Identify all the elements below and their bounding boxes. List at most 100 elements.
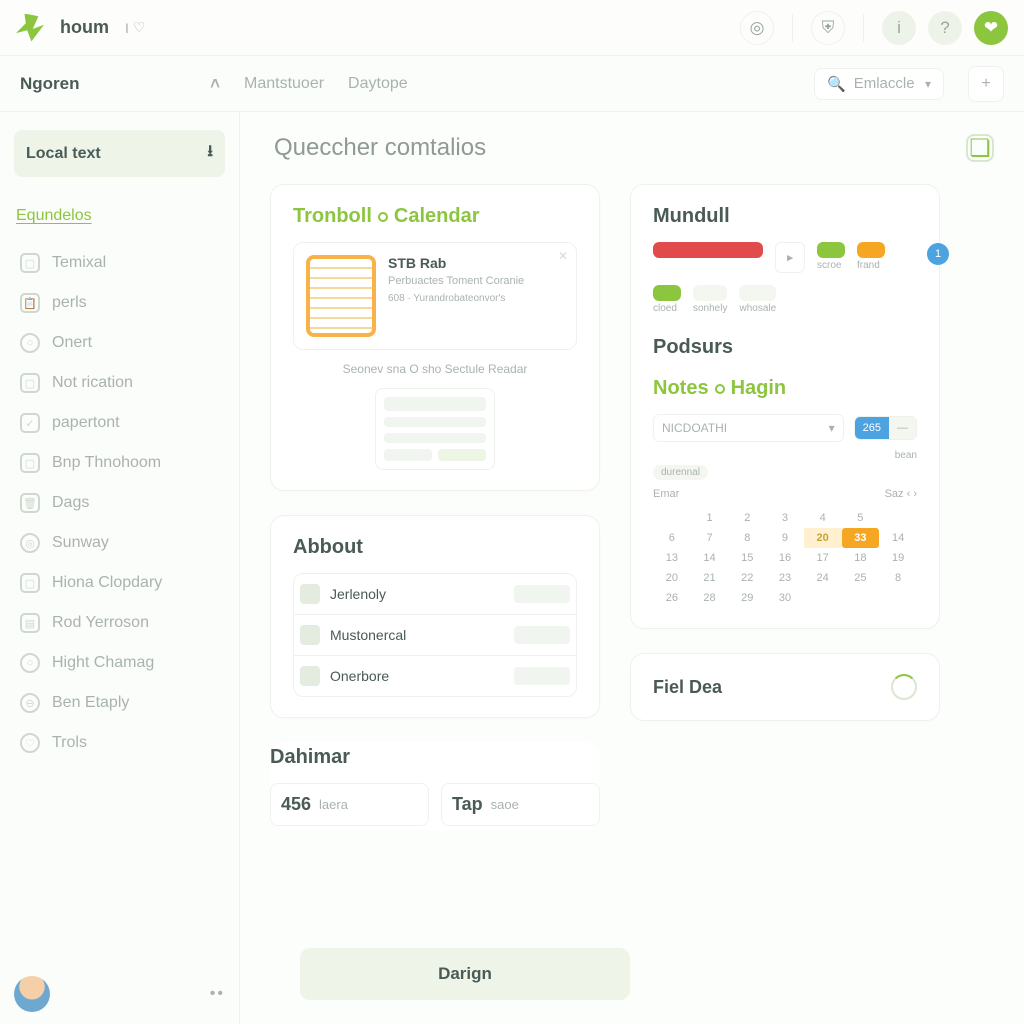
tab-mantstuoer[interactable]: Mantstuoer (244, 75, 324, 93)
avatar[interactable] (14, 976, 50, 1012)
page-title-glyph-icon[interactable]: ❏ (966, 134, 994, 162)
sidebar-item-hight-chamag[interactable]: ○Hight Chamag (14, 643, 225, 683)
darign-button[interactable]: Darign (300, 948, 630, 1000)
help-icon[interactable]: ? (928, 11, 962, 45)
list-item[interactable]: Jerlenoly (294, 574, 576, 615)
close-icon[interactable]: ✕ (558, 249, 568, 263)
target-icon[interactable]: ◎ (740, 11, 774, 45)
heart-icon: ♡ (20, 733, 40, 753)
shield-icon[interactable]: ⛨ (811, 11, 845, 45)
calendar-cell[interactable]: 3 (766, 508, 804, 528)
calendar-cell[interactable]: 5 (842, 508, 880, 528)
chevron-up-icon: ˄ (210, 74, 220, 94)
calendar-cell[interactable]: 28 (691, 588, 729, 608)
calendar-cell[interactable]: 14 (879, 528, 917, 548)
calendar-cell[interactable]: 20 (653, 568, 691, 588)
toggle-option-a[interactable]: 265 (855, 417, 889, 439)
calendar-grid[interactable]: 1234567892033141314151617181920212223242… (653, 502, 917, 608)
calendar-cell[interactable]: 8 (879, 568, 917, 588)
calendar-cell[interactable]: 23 (766, 568, 804, 588)
pill-item[interactable] (653, 242, 763, 273)
stat-chip[interactable]: Tapsaoe (441, 783, 600, 826)
pill-item[interactable]: whosale (739, 285, 776, 314)
heart-icon[interactable]: ❤ (974, 11, 1008, 45)
breadcrumb-main[interactable]: Ngoren ˄ (20, 74, 220, 94)
sidebar-item-sunway[interactable]: ◎Sunway (14, 523, 225, 563)
search-dropdown[interactable]: 🔍 Emlaccle (814, 68, 944, 100)
list-item-label: Jerlenoly (330, 586, 504, 602)
calendar-cell[interactable]: 30 (766, 588, 804, 608)
sidebar-item-trols[interactable]: ♡ Trols (14, 723, 225, 763)
status-pill (693, 285, 727, 301)
calendar-cell[interactable]: 22 (728, 568, 766, 588)
stat-chip[interactable]: 456laera (270, 783, 429, 826)
calendar-cell[interactable]: 14 (691, 548, 729, 568)
calendar-cell[interactable]: 29 (728, 588, 766, 608)
search-icon: 🔍 (827, 75, 846, 93)
sidebar-item-dags[interactable]: 🗑Dags (14, 483, 225, 523)
calendar-cell[interactable]: 13 (653, 548, 691, 568)
tronboll-item[interactable]: STB Rab Perbuactes Toment Coranie 608 · … (293, 242, 577, 350)
calendar-cell[interactable]: 4 (804, 508, 842, 528)
sidebar-item-papertont[interactable]: ✓papertont (14, 403, 225, 443)
square-icon: ▢ (20, 253, 40, 273)
notes-field[interactable]: NICDOATHI ▾ (653, 414, 844, 442)
section-link-equndelos[interactable]: Equndelos (14, 203, 225, 237)
sidebar-item-ben-etaply[interactable]: ⊖Ben Etaply (14, 683, 225, 723)
pill-item[interactable]: scroe (817, 242, 845, 273)
list-item[interactable]: Onerbore (294, 656, 576, 696)
local-text-button[interactable]: Local text ⭳ (14, 130, 225, 177)
notes-chip[interactable]: durennal (653, 465, 708, 480)
pill-item[interactable]: frand (857, 242, 885, 273)
pill-sub: scroe (817, 260, 845, 271)
tab-daytope[interactable]: Daytope (348, 75, 408, 93)
calendar-cell[interactable]: 21 (691, 568, 729, 588)
list-item[interactable]: Mustonercal (294, 615, 576, 656)
notes-heading-a: Notes (653, 377, 709, 399)
calendar-cell[interactable]: 24 (804, 568, 842, 588)
pill-item[interactable]: sonhely (693, 285, 727, 314)
card-abbout: Abbout JerlenolyMustonercalOnerbore (270, 515, 600, 718)
sidebar-item-temixal[interactable]: ▢Temixal (14, 243, 225, 283)
sidebar-item-rod-yerroson[interactable]: ▤Rod Yerroson (14, 603, 225, 643)
calendar-cell[interactable]: 16 (766, 548, 804, 568)
calendar-cell[interactable]: 6 (653, 528, 691, 548)
calendar-cell[interactable]: 18 (842, 548, 880, 568)
calendar-cell[interactable]: 19 (879, 548, 917, 568)
square-icon: ▢ (20, 453, 40, 473)
calendar-cell[interactable]: 9 (766, 528, 804, 548)
calendar-cell[interactable]: 15 (728, 548, 766, 568)
month-right[interactable]: Saz ‹ › (885, 488, 917, 500)
calendar-cell[interactable]: 2 (728, 508, 766, 528)
pill-item[interactable]: ▸ (775, 242, 805, 273)
more-icon[interactable]: •• (210, 985, 225, 1003)
sidebar-item-label: Hight Chamag (52, 654, 154, 672)
pill-item[interactable]: cloed (653, 285, 681, 314)
calendar-cell[interactable]: 1 (691, 508, 729, 528)
calendar-cell[interactable]: 7 (691, 528, 729, 548)
sidebar-item-hiona-clopdary[interactable]: ▢Hiona Clopdary (14, 563, 225, 603)
tronboll-heading-a: Tronboll (293, 205, 372, 227)
toggle-option-b[interactable]: — (889, 417, 916, 439)
sidebar-item-perls[interactable]: 📋perls (14, 283, 225, 323)
sidebar-item-label: Trols (52, 734, 87, 752)
list-item-label: Mustonercal (330, 627, 504, 643)
calendar-cell[interactable]: 26 (653, 588, 691, 608)
stat-label: saoe (491, 797, 519, 812)
calendar-cell[interactable]: 33 (842, 528, 880, 548)
sidebar-item-bnp-thnohoom[interactable]: ▢Bnp Thnohoom (14, 443, 225, 483)
calendar-cell[interactable]: 20 (804, 528, 842, 548)
calendar-cell[interactable]: 25 (842, 568, 880, 588)
add-button[interactable]: + (968, 66, 1004, 102)
sidebar-item-onert[interactable]: ○Onert (14, 323, 225, 363)
sidebar: Local text ⭳ Equndelos ▢Temixal📋perls○On… (0, 112, 240, 1024)
brand-sub: I ♡ (125, 19, 145, 36)
calendar-cell (879, 588, 917, 608)
month-left[interactable]: Emar (653, 488, 679, 500)
calendar-cell[interactable]: 17 (804, 548, 842, 568)
info-icon[interactable]: i (882, 11, 916, 45)
calendar-cell[interactable]: 8 (728, 528, 766, 548)
square-icon: ▢ (20, 573, 40, 593)
notes-toggle[interactable]: 265 — (854, 416, 917, 440)
sidebar-item-not-rication[interactable]: ▢Not rication (14, 363, 225, 403)
